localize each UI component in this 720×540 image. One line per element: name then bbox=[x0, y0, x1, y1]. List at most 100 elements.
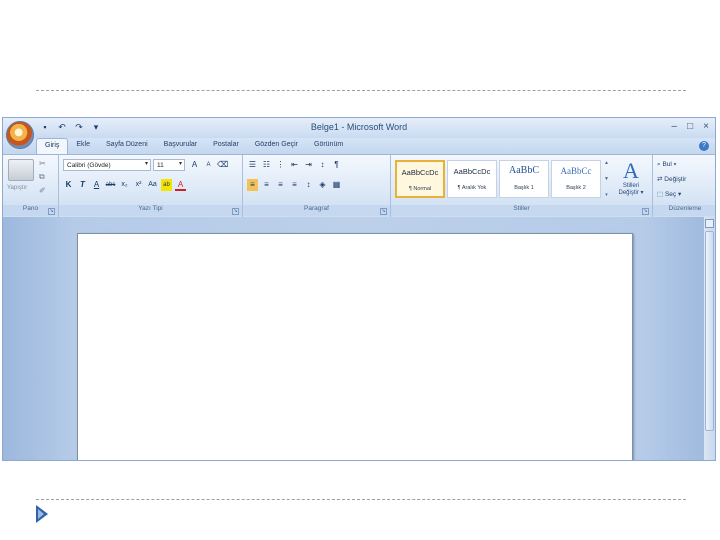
paste-label[interactable]: Yapıştır bbox=[7, 185, 27, 191]
style-name: ¶ Normal bbox=[408, 186, 432, 192]
font-launcher-icon[interactable]: ↘ bbox=[232, 208, 239, 215]
style-sample: AaBbCcDc bbox=[453, 167, 491, 176]
change-styles-icon: A bbox=[623, 158, 639, 183]
clear-format-icon[interactable]: ⌫ bbox=[217, 159, 228, 171]
group-pano: Yapıştır ✂ ⧉ ✐ Pano ↘ bbox=[3, 155, 59, 217]
find-label: Bul ▾ bbox=[662, 161, 677, 168]
maximize-button[interactable]: □ bbox=[687, 121, 693, 132]
tab-gozden-gecir[interactable]: Gözden Geçir bbox=[247, 138, 306, 154]
ruler-toggle-icon[interactable] bbox=[705, 219, 714, 228]
strikethrough-button[interactable]: abc bbox=[105, 179, 116, 191]
tab-gorunum[interactable]: Görünüm bbox=[306, 138, 351, 154]
subscript-button[interactable]: x₂ bbox=[119, 179, 130, 191]
styles-launcher-icon[interactable]: ↘ bbox=[642, 208, 649, 215]
highlight-icon[interactable]: ab bbox=[161, 179, 172, 191]
align-left-icon[interactable]: ≡ bbox=[247, 179, 258, 191]
justify-icon[interactable]: ≡ bbox=[289, 179, 300, 191]
scrollbar-thumb[interactable] bbox=[705, 231, 714, 431]
window-controls: – □ × bbox=[672, 121, 709, 132]
vertical-scrollbar[interactable] bbox=[703, 217, 715, 460]
style-name: ¶ Aralık Yok bbox=[457, 185, 487, 191]
minimize-button[interactable]: – bbox=[672, 121, 678, 132]
show-marks-icon[interactable]: ¶ bbox=[331, 159, 342, 171]
document-page[interactable] bbox=[77, 233, 633, 460]
group-label-stiller: Stiller bbox=[391, 205, 652, 216]
group-stiller: AaBbCcDc ¶ Normal AaBbCcDc ¶ Aralık Yok … bbox=[391, 155, 653, 217]
increase-indent-icon[interactable]: ⇥ bbox=[303, 159, 314, 171]
window-title: Belge1 - Microsoft Word bbox=[310, 122, 408, 132]
tab-giris[interactable]: Giriş bbox=[36, 138, 69, 154]
select-label: Seç ▾ bbox=[664, 191, 682, 198]
slide: ▪ ↶ ↷ ▾ Belge1 - Microsoft Word – □ × Gi… bbox=[0, 0, 720, 540]
style-heading-2[interactable]: AaBbCc Başlık 2 bbox=[551, 160, 601, 198]
chevron-down-icon: ▾ bbox=[144, 161, 148, 167]
tab-basvurular[interactable]: Başvurular bbox=[156, 138, 205, 154]
copy-icon[interactable]: ⧉ bbox=[39, 172, 46, 182]
shrink-font-icon[interactable]: A bbox=[203, 159, 214, 171]
style-normal[interactable]: AaBbCcDc ¶ Normal bbox=[395, 160, 445, 198]
pano-launcher-icon[interactable]: ↘ bbox=[48, 208, 55, 215]
group-label-paragraf: Paragraf bbox=[243, 205, 390, 216]
document-workspace bbox=[3, 217, 715, 460]
multilevel-list-icon[interactable]: ⋮ bbox=[275, 159, 286, 171]
style-sample: AaBbC bbox=[509, 165, 539, 176]
line-spacing-icon[interactable]: ↕ bbox=[303, 179, 314, 191]
sort-icon[interactable]: ↕ bbox=[317, 159, 328, 171]
ribbon: Yapıştır ✂ ⧉ ✐ Pano ↘ Calibri (Gövde) ▾ … bbox=[3, 154, 715, 217]
scroll-down-icon[interactable]: ▼ bbox=[602, 176, 611, 182]
binoculars-icon: ⌕ bbox=[657, 161, 661, 168]
help-icon[interactable]: ? bbox=[699, 141, 709, 151]
ribbon-tabs: Giriş Ekle Sayfa Düzeni Başvurular Posta… bbox=[3, 138, 715, 154]
style-no-spacing[interactable]: AaBbCcDc ¶ Aralık Yok bbox=[447, 160, 497, 198]
style-name: Başlık 1 bbox=[514, 185, 534, 191]
font-name-select[interactable]: Calibri (Gövde) ▾ bbox=[63, 159, 151, 171]
tab-postalar[interactable]: Postalar bbox=[205, 138, 247, 154]
bullet-arrow-icon bbox=[36, 505, 48, 523]
style-name: Başlık 2 bbox=[566, 185, 586, 191]
italic-button[interactable]: T bbox=[77, 179, 88, 191]
numbering-icon[interactable]: ☷ bbox=[261, 159, 272, 171]
styles-gallery-scroller[interactable]: ▲ ▼ ▾ bbox=[602, 160, 611, 198]
paste-icon[interactable] bbox=[8, 159, 34, 181]
superscript-button[interactable]: x² bbox=[133, 179, 144, 191]
format-painter-icon[interactable]: ✐ bbox=[39, 186, 46, 195]
title-bar: ▪ ↶ ↷ ▾ Belge1 - Microsoft Word – □ × bbox=[3, 118, 715, 138]
align-center-icon[interactable]: ≡ bbox=[261, 179, 272, 191]
replace-button[interactable]: ⇄ Değiştir bbox=[657, 174, 686, 185]
style-sample: AaBbCcDc bbox=[401, 168, 439, 177]
decrease-indent-icon[interactable]: ⇤ bbox=[289, 159, 300, 171]
find-button[interactable]: ⌕ Bul ▾ bbox=[657, 159, 686, 170]
tab-ekle[interactable]: Ekle bbox=[68, 138, 98, 154]
font-color-icon[interactable]: A bbox=[175, 179, 186, 191]
bottom-divider bbox=[36, 499, 686, 500]
font-name-value: Calibri (Gövde) bbox=[67, 162, 111, 169]
underline-button[interactable]: A bbox=[91, 179, 102, 191]
group-duzenleme: ⌕ Bul ▾ ⇄ Değiştir ⬚ Seç ▾ Düzenleme bbox=[653, 155, 715, 217]
change-styles-label-2: Değiştir ▾ bbox=[618, 190, 644, 196]
replace-label: Değiştir bbox=[664, 176, 687, 183]
word-window: ▪ ↶ ↷ ▾ Belge1 - Microsoft Word – □ × Gi… bbox=[2, 117, 716, 461]
bullets-icon[interactable]: ☰ bbox=[247, 159, 258, 171]
replace-icon: ⇄ bbox=[657, 176, 663, 183]
more-icon[interactable]: ▾ bbox=[602, 192, 611, 198]
bold-button[interactable]: K bbox=[63, 179, 74, 191]
group-label-yazi-tipi: Yazı Tipi bbox=[59, 205, 242, 216]
group-label-duzenleme: Düzenleme bbox=[653, 205, 715, 216]
shading-icon[interactable]: ◈ bbox=[317, 179, 328, 191]
grow-font-icon[interactable]: A bbox=[189, 159, 200, 171]
change-styles-button[interactable]: A Stilleri Değiştir ▾ bbox=[611, 159, 651, 199]
cut-icon[interactable]: ✂ bbox=[39, 159, 46, 168]
font-size-select[interactable]: 11 ▾ bbox=[153, 159, 185, 171]
change-case-button[interactable]: Aa bbox=[147, 179, 158, 191]
office-button[interactable] bbox=[6, 121, 34, 149]
select-button[interactable]: ⬚ Seç ▾ bbox=[657, 189, 686, 200]
font-size-value: 11 bbox=[157, 162, 164, 169]
borders-icon[interactable]: ▦ bbox=[331, 179, 342, 191]
align-right-icon[interactable]: ≡ bbox=[275, 179, 286, 191]
close-button[interactable]: × bbox=[703, 121, 709, 132]
tab-sayfa-duzeni[interactable]: Sayfa Düzeni bbox=[98, 138, 156, 154]
scroll-up-icon[interactable]: ▲ bbox=[602, 160, 611, 166]
change-styles-label-1: Stilleri bbox=[622, 183, 640, 189]
paragraph-launcher-icon[interactable]: ↘ bbox=[380, 208, 387, 215]
style-heading-1[interactable]: AaBbC Başlık 1 bbox=[499, 160, 549, 198]
